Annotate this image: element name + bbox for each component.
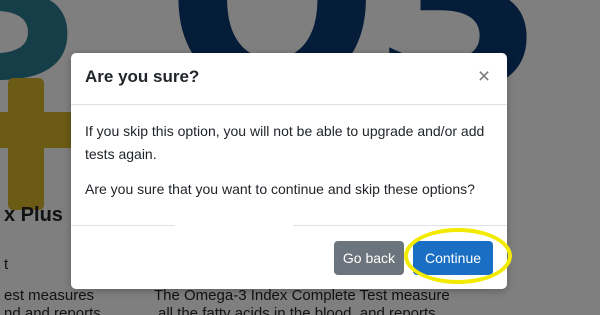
close-button[interactable]: × xyxy=(475,66,493,88)
dialog-title: Are you sure? xyxy=(85,67,200,86)
dialog-header: Are you sure? × xyxy=(71,53,507,105)
dialog-body: If you skip this option, you will not be… xyxy=(85,120,490,201)
continue-button[interactable]: Continue xyxy=(413,241,493,275)
footer-divider xyxy=(71,225,175,226)
footer-divider xyxy=(293,225,507,226)
close-icon: × xyxy=(477,65,491,88)
dialog-message: If you skip this option, you will not be… xyxy=(85,123,485,162)
go-back-button[interactable]: Go back xyxy=(334,241,404,275)
dialog-question: Are you sure that you want to continue a… xyxy=(85,181,475,197)
confirm-dialog: Are you sure? × If you skip this option,… xyxy=(71,53,507,289)
